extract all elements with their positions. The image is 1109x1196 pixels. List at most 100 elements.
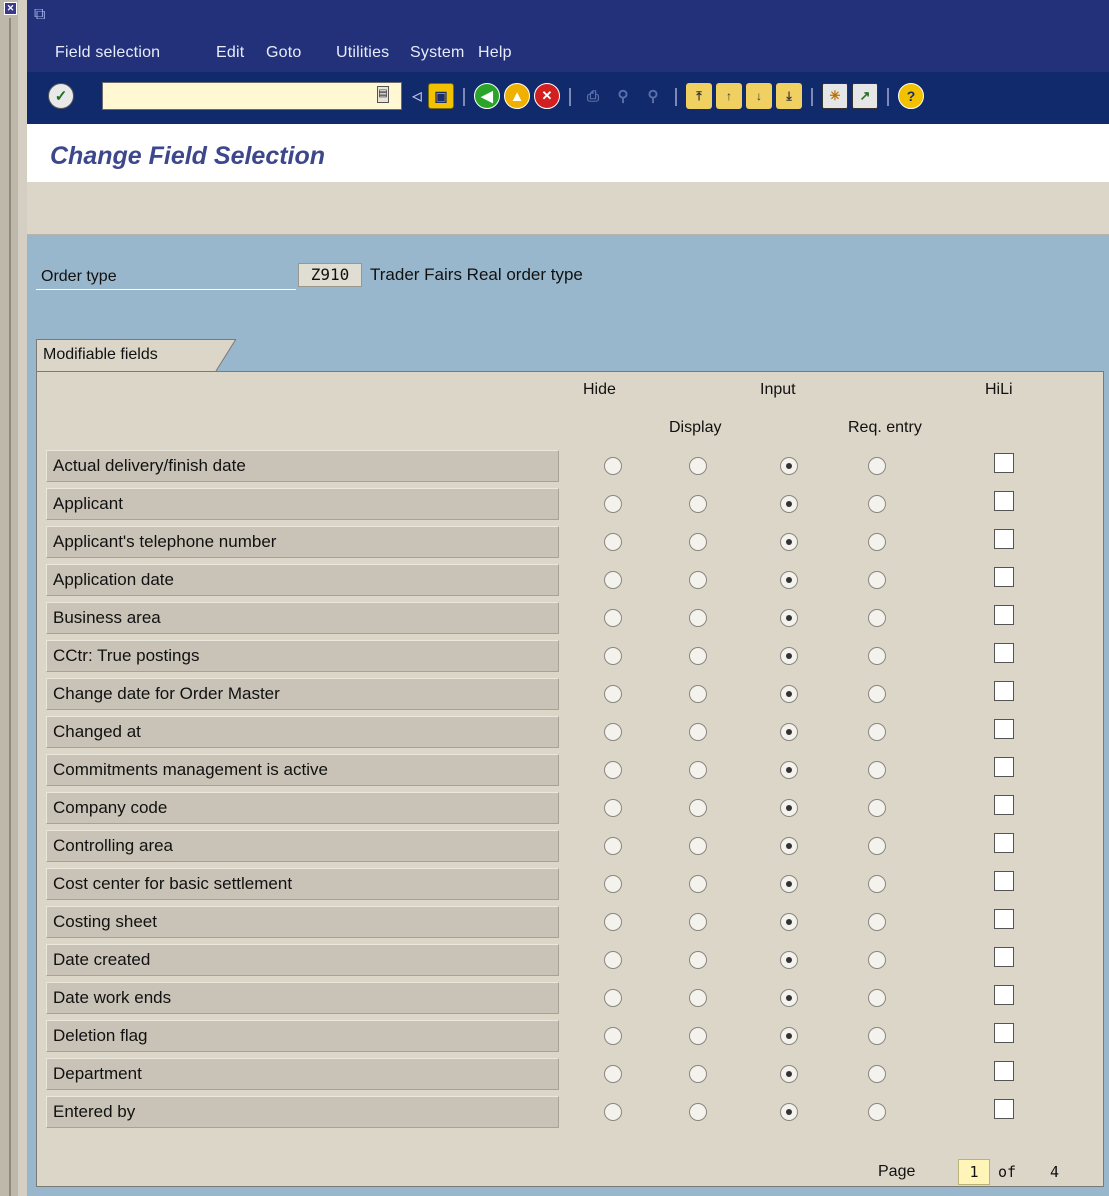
- radio-display[interactable]: [689, 799, 707, 817]
- hili-checkbox[interactable]: [994, 567, 1014, 587]
- radio-req-entry[interactable]: [868, 495, 886, 513]
- radio-display[interactable]: [689, 1103, 707, 1121]
- radio-hide[interactable]: [604, 837, 622, 855]
- radio-hide[interactable]: [604, 609, 622, 627]
- hili-checkbox[interactable]: [994, 605, 1014, 625]
- radio-display[interactable]: [689, 1065, 707, 1083]
- radio-input[interactable]: [780, 875, 798, 893]
- menu-utilities[interactable]: Utilities: [336, 44, 389, 62]
- radio-display[interactable]: [689, 989, 707, 1007]
- radio-input[interactable]: [780, 723, 798, 741]
- radio-input[interactable]: [780, 609, 798, 627]
- hili-checkbox[interactable]: [994, 681, 1014, 701]
- radio-hide[interactable]: [604, 495, 622, 513]
- exit-icon[interactable]: ▲: [504, 83, 530, 109]
- radio-display[interactable]: [689, 457, 707, 475]
- menu-options-icon[interactable]: ⧉: [34, 6, 45, 24]
- hili-checkbox[interactable]: [994, 871, 1014, 891]
- radio-hide[interactable]: [604, 1027, 622, 1045]
- radio-hide[interactable]: [604, 457, 622, 475]
- radio-hide[interactable]: [604, 761, 622, 779]
- radio-req-entry[interactable]: [868, 837, 886, 855]
- radio-display[interactable]: [689, 495, 707, 513]
- hili-checkbox[interactable]: [994, 1099, 1014, 1119]
- menu-goto[interactable]: Goto: [266, 44, 302, 62]
- radio-input[interactable]: [780, 913, 798, 931]
- radio-req-entry[interactable]: [868, 799, 886, 817]
- radio-display[interactable]: [689, 875, 707, 893]
- next-page-icon[interactable]: ↓: [746, 83, 772, 109]
- hili-checkbox[interactable]: [994, 643, 1014, 663]
- hili-checkbox[interactable]: [994, 719, 1014, 739]
- radio-hide[interactable]: [604, 951, 622, 969]
- hili-checkbox[interactable]: [994, 1061, 1014, 1081]
- hili-checkbox[interactable]: [994, 947, 1014, 967]
- radio-input[interactable]: [780, 571, 798, 589]
- menu-edit[interactable]: Edit: [216, 44, 244, 62]
- radio-req-entry[interactable]: [868, 609, 886, 627]
- radio-display[interactable]: [689, 533, 707, 551]
- radio-input[interactable]: [780, 1103, 798, 1121]
- radio-hide[interactable]: [604, 647, 622, 665]
- radio-req-entry[interactable]: [868, 1065, 886, 1083]
- radio-hide[interactable]: [604, 1103, 622, 1121]
- radio-req-entry[interactable]: [868, 647, 886, 665]
- radio-hide[interactable]: [604, 685, 622, 703]
- radio-hide[interactable]: [604, 1065, 622, 1083]
- radio-req-entry[interactable]: [868, 875, 886, 893]
- radio-req-entry[interactable]: [868, 723, 886, 741]
- radio-display[interactable]: [689, 913, 707, 931]
- radio-hide[interactable]: [604, 913, 622, 931]
- radio-input[interactable]: [780, 761, 798, 779]
- radio-req-entry[interactable]: [868, 685, 886, 703]
- enter-icon[interactable]: ✓: [48, 83, 74, 109]
- first-page-icon[interactable]: ⤒: [686, 83, 712, 109]
- radio-input[interactable]: [780, 1065, 798, 1083]
- radio-input[interactable]: [780, 495, 798, 513]
- radio-hide[interactable]: [604, 875, 622, 893]
- menu-help[interactable]: Help: [478, 44, 512, 62]
- radio-display[interactable]: [689, 685, 707, 703]
- radio-req-entry[interactable]: [868, 533, 886, 551]
- menu-field-selection[interactable]: Field selection: [55, 44, 160, 62]
- radio-display[interactable]: [689, 761, 707, 779]
- back-icon[interactable]: ◀: [474, 83, 500, 109]
- radio-input[interactable]: [780, 457, 798, 475]
- radio-input[interactable]: [780, 951, 798, 969]
- radio-req-entry[interactable]: [868, 571, 886, 589]
- radio-req-entry[interactable]: [868, 951, 886, 969]
- hili-checkbox[interactable]: [994, 1023, 1014, 1043]
- radio-input[interactable]: [780, 799, 798, 817]
- command-history-icon[interactable]: ▤: [377, 86, 389, 103]
- radio-display[interactable]: [689, 837, 707, 855]
- radio-req-entry[interactable]: [868, 913, 886, 931]
- save-icon[interactable]: ▣: [428, 83, 454, 109]
- hili-checkbox[interactable]: [994, 529, 1014, 549]
- find-next-icon[interactable]: ⚲: [640, 83, 666, 109]
- radio-hide[interactable]: [604, 533, 622, 551]
- sap-window-icon[interactable]: ✕: [4, 2, 17, 15]
- radio-hide[interactable]: [604, 723, 622, 741]
- radio-display[interactable]: [689, 647, 707, 665]
- hili-checkbox[interactable]: [994, 833, 1014, 853]
- radio-req-entry[interactable]: [868, 1027, 886, 1045]
- radio-display[interactable]: [689, 571, 707, 589]
- radio-hide[interactable]: [604, 989, 622, 1007]
- hili-checkbox[interactable]: [994, 985, 1014, 1005]
- radio-input[interactable]: [780, 1027, 798, 1045]
- hili-checkbox[interactable]: [994, 491, 1014, 511]
- radio-display[interactable]: [689, 723, 707, 741]
- page-number-input[interactable]: 1: [958, 1159, 990, 1185]
- new-session-icon[interactable]: ✳: [822, 83, 848, 109]
- radio-display[interactable]: [689, 1027, 707, 1045]
- radio-hide[interactable]: [604, 799, 622, 817]
- radio-display[interactable]: [689, 951, 707, 969]
- menu-system[interactable]: System: [410, 44, 465, 62]
- previous-page-icon[interactable]: ↑: [716, 83, 742, 109]
- radio-input[interactable]: [780, 533, 798, 551]
- cancel-icon[interactable]: ✕: [534, 83, 560, 109]
- radio-req-entry[interactable]: [868, 457, 886, 475]
- radio-input[interactable]: [780, 647, 798, 665]
- help-icon[interactable]: ?: [898, 83, 924, 109]
- command-field[interactable]: [102, 82, 402, 110]
